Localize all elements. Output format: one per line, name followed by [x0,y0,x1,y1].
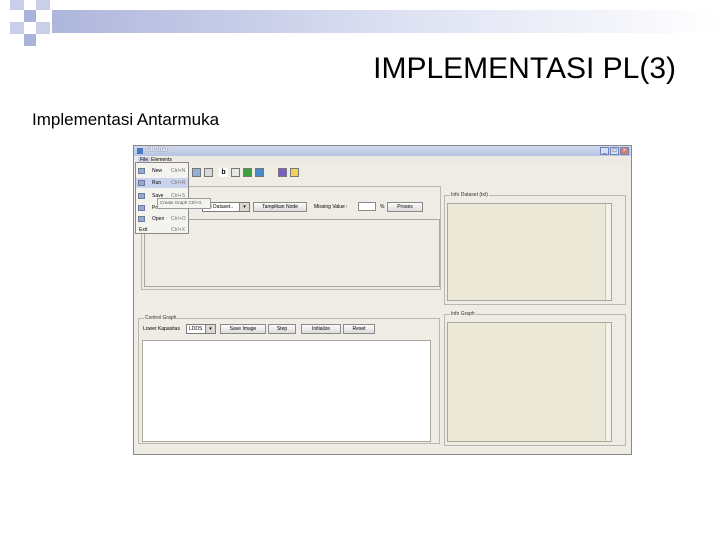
info-dataset-textarea[interactable] [447,203,612,301]
create-graph-submenu[interactable]: Create Graph Ctrl+G [157,198,211,209]
toolbar: b [134,165,631,179]
deco-square [10,22,24,34]
deco-square [10,0,24,10]
info-dataset-scrollbar[interactable] [605,204,611,300]
bold-b-icon[interactable]: b [219,168,228,177]
info-graph-title: Info Graph [450,311,476,317]
menu-item-open[interactable]: Open Ctrl+O [136,214,188,224]
new-file-icon [138,168,145,174]
slide-subtitle: Implementasi Antarmuka [32,110,220,129]
menu-item-label: Exit [139,227,148,233]
open-icon [138,216,145,222]
app-window: CB Star _ □ × File Elements b ..di Datas… [133,145,632,455]
initialize-button[interactable]: Initialize [301,324,341,334]
control-graph-title: Control Graph [144,315,178,321]
menu-item-label: New [152,168,163,174]
menu-item-shortcut: Ctrl+X [171,227,186,233]
refresh-icon[interactable] [204,168,213,177]
run-icon [138,180,145,186]
info-graph-scrollbar[interactable] [605,323,611,441]
save-icon [138,193,145,199]
window-title: CB Star [146,147,169,153]
deco-square [24,10,36,22]
slide-title: IMPLEMENTASI PL(3) [373,52,676,85]
menu-item-run[interactable]: Run Ctrl+R [136,178,188,188]
notes-icon[interactable] [290,168,299,177]
step-button[interactable]: Step [268,324,296,334]
print-icon [138,205,145,211]
table-icon[interactable] [231,168,240,177]
save-image-button[interactable]: Save Image [220,324,266,334]
menu-item-new[interactable]: New Ctrl+N [136,166,188,176]
layout-combo[interactable]: LDDS ▾ [186,324,216,334]
menu-item-label: Open [152,216,165,222]
graph-canvas[interactable] [142,340,431,442]
app-icon [137,148,143,154]
chevron-down-icon[interactable]: ▾ [205,325,215,333]
reset-button[interactable]: Reset [343,324,375,334]
menu-item-label: Run [152,180,162,186]
deco-square [24,34,36,46]
layout-label: Lower Kapasitas [143,326,180,332]
minimize-button[interactable]: _ [600,147,609,155]
info-graph-textarea[interactable] [447,322,612,442]
layout-combo-value: LDDS [189,326,203,332]
deco-square [36,0,50,10]
help-icon[interactable] [278,168,287,177]
info-dataset-title: Info Dataset (txt) [450,192,489,198]
menu-item-exit[interactable]: Exit Ctrl+X [136,225,188,235]
window-titlebar: CB Star _ □ × [134,146,631,156]
menu-item-shortcut: Ctrl+N [171,168,186,174]
deco-gradient-bar [52,10,720,33]
menu-item-shortcut: Ctrl+R [171,180,186,186]
open-folder-icon[interactable] [192,168,201,177]
menubar: File Elements [134,156,631,165]
maximize-button[interactable]: □ [610,147,619,155]
slide-decoration [0,0,720,48]
menu-item-shortcut: Ctrl+O [171,216,186,222]
blue-graph-icon[interactable] [255,168,264,177]
deco-square [36,22,50,34]
close-button[interactable]: × [620,147,629,155]
green-graph-icon[interactable] [243,168,252,177]
